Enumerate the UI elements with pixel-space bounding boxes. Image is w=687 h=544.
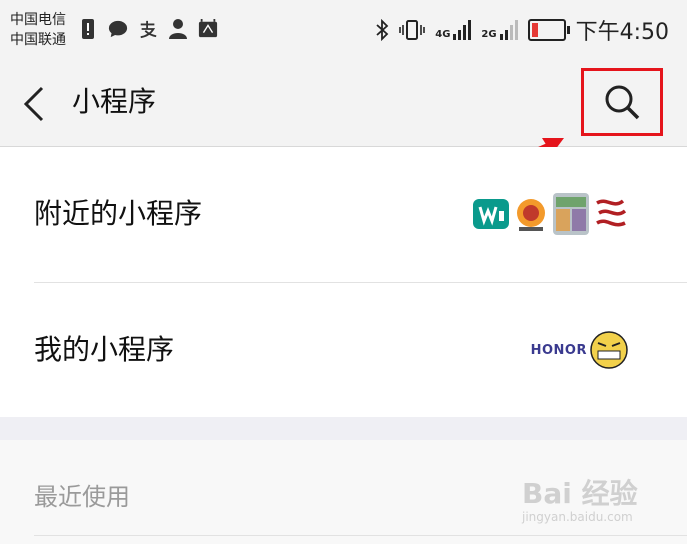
status-bar: 中国电信 中国联通 4G 2G 下午4:50	[0, 0, 687, 62]
nearby-thumbnails	[473, 193, 629, 235]
person-icon	[169, 19, 187, 39]
signal-bars-2-icon	[499, 20, 518, 40]
carrier-2: 中国联通	[10, 32, 66, 48]
page-title: 小程序	[72, 85, 157, 118]
mini-program-list: 附近的小程序 我的小程序 HONOR	[0, 147, 687, 417]
list-item-nearby[interactable]: 附近的小程序	[0, 147, 687, 283]
back-button[interactable]	[14, 78, 54, 130]
vibrate-icon	[399, 20, 426, 40]
signal-bars-1-icon	[453, 20, 472, 40]
search-icon	[605, 85, 640, 120]
signal-1: 4G	[435, 20, 472, 40]
chat-icon	[108, 20, 128, 38]
watermark-sub: jingyan.baidu.com	[522, 510, 633, 524]
network-type-2: 2G	[481, 29, 497, 40]
huawei-icon	[198, 19, 218, 38]
search-button[interactable]	[581, 68, 663, 136]
signal-2: 2G	[481, 20, 518, 40]
watsons-logo	[473, 193, 509, 235]
my-thumbnails: HONOR	[531, 329, 629, 371]
battery-icon	[527, 19, 570, 41]
baidu-watermark: Bai 经验 jingyan.baidu.com	[522, 477, 638, 525]
honor-logo: HONOR	[531, 329, 629, 371]
chevron-left-icon	[23, 86, 44, 122]
list-item-label: 附近的小程序	[34, 197, 203, 230]
nav-bar: 小程序	[0, 62, 687, 147]
bluetooth-icon	[376, 19, 389, 41]
store-photo	[553, 193, 589, 235]
divider	[34, 535, 687, 536]
food-logo	[513, 193, 549, 235]
carrier-1: 中国电信	[10, 12, 66, 28]
system-indicators: 4G 2G 下午4:50	[375, 14, 669, 46]
recent-label: 最近使用	[34, 483, 130, 511]
exclamation-icon	[82, 19, 94, 39]
battery-level	[531, 23, 538, 37]
dragon-logo	[593, 193, 629, 235]
network-type-1: 4G	[435, 29, 451, 40]
notification-icons	[78, 18, 218, 40]
carrier-info: 中国电信 中国联通	[10, 10, 66, 50]
list-item-label: 我的小程序	[34, 333, 175, 366]
watermark-main: Bai 经验	[522, 477, 638, 510]
alipay-icon	[140, 20, 157, 39]
clock: 下午4:50	[575, 20, 669, 45]
list-item-mine[interactable]: 我的小程序 HONOR	[0, 283, 687, 418]
